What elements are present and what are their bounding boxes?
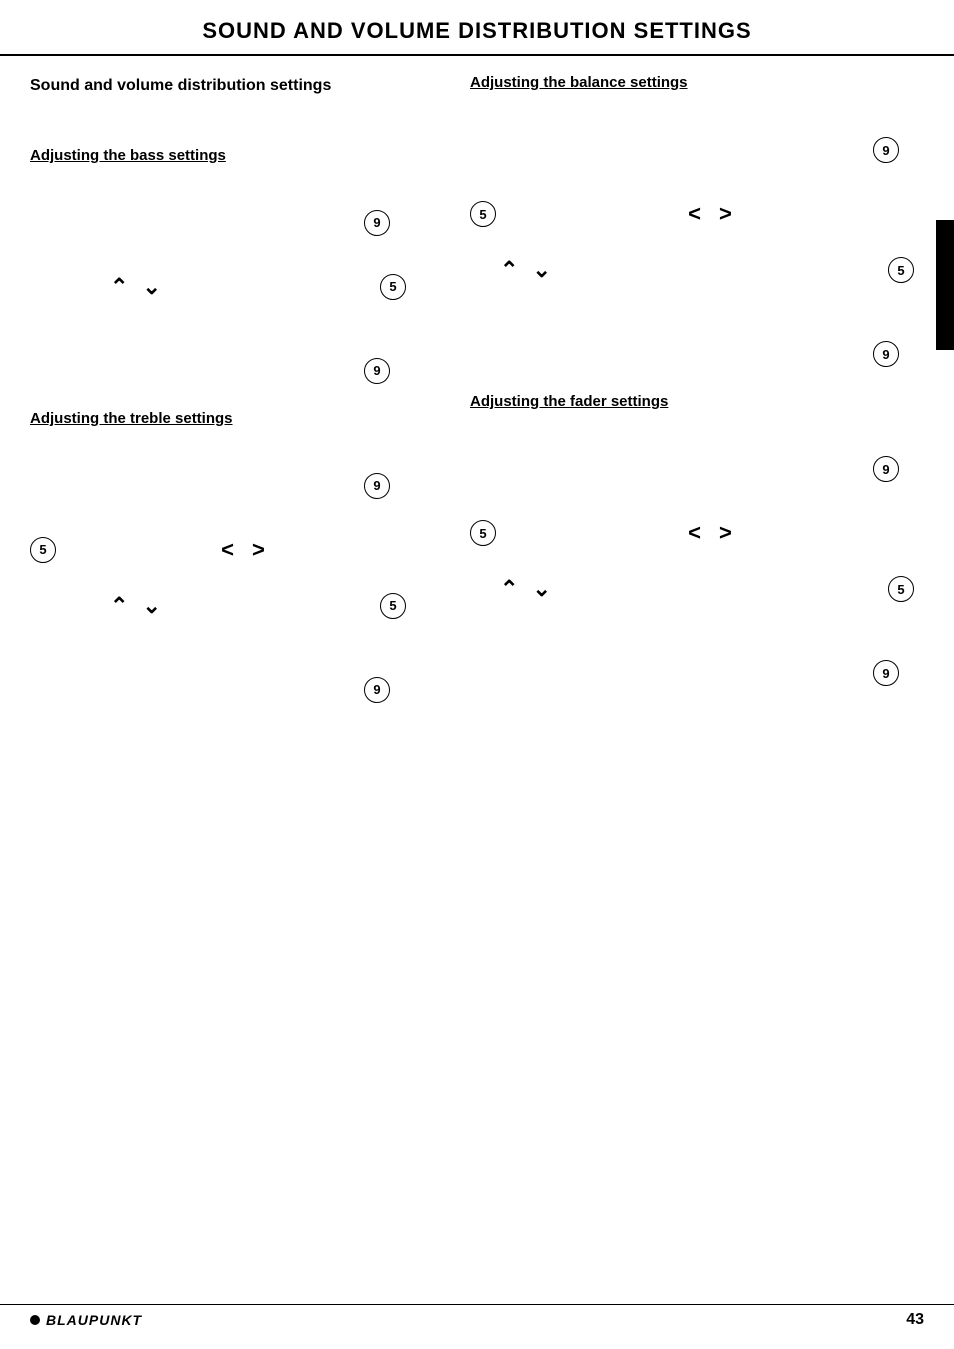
fader-circle-9-top: 9 — [470, 456, 924, 482]
balance-up-arrow: ⌃ — [500, 257, 518, 283]
fader-lr-arrows-row: 5 < > — [470, 520, 924, 546]
treble-down-arrow: ⌄ — [142, 593, 160, 619]
content-area: Sound and volume distribution settings A… — [0, 66, 954, 711]
balance-circle-9-top: 9 — [470, 137, 924, 163]
balance-circle-9-bottom: 9 — [470, 341, 924, 367]
balance-left-arrow: < — [688, 201, 701, 227]
page-title: SOUND AND VOLUME DISTRIBUTION SETTINGS — [20, 18, 934, 44]
treble-heading: Adjusting the treble settings — [30, 410, 440, 427]
bass-up-arrow: ⌃ — [110, 274, 128, 300]
fader-right-arrow: > — [719, 520, 732, 546]
left-column: Sound and volume distribution settings A… — [30, 66, 460, 711]
circle-5-treble-right: 5 — [380, 593, 406, 619]
circle-5-fader-left: 5 — [470, 520, 496, 546]
page-footer: BLAUPUNKT 43 — [0, 1304, 954, 1329]
balance-ud-arrows-row: ⌃ ⌄ 5 — [470, 257, 924, 283]
bass-circle-9-bottom: 9 — [30, 358, 440, 384]
circle-5-balance-left: 5 — [470, 201, 496, 227]
bass-arrows-row: ⌃ ⌄ 5 — [30, 274, 440, 300]
treble-circle-9-bottom: 9 — [30, 677, 440, 703]
circle-5-balance-right: 5 — [888, 257, 914, 283]
right-column: Adjusting the balance settings 9 5 < > — [460, 66, 924, 711]
treble-left-arrow: < — [221, 537, 234, 563]
circle-9-balance-1: 9 — [873, 137, 899, 163]
circle-5-treble-left: 5 — [30, 537, 56, 563]
fader-circle-9-bottom: 9 — [470, 660, 924, 686]
fader-ud-arrows-row: ⌃ ⌄ 5 — [470, 576, 924, 602]
treble-ud-arrows-row: ⌃ ⌄ 5 — [30, 593, 440, 619]
logo-dot — [30, 1315, 40, 1325]
fader-left-arrow: < — [688, 520, 701, 546]
fader-up-arrow: ⌃ — [500, 576, 518, 602]
treble-lr-arrows-row: 5 < > — [30, 537, 440, 563]
page-header: SOUND AND VOLUME DISTRIBUTION SETTINGS — [0, 0, 954, 56]
treble-circle-9-top: 9 — [30, 473, 440, 499]
circle-9-treble-2: 9 — [364, 677, 390, 703]
brand-logo: BLAUPUNKT — [30, 1312, 142, 1328]
fader-heading: Adjusting the fader settings — [470, 393, 924, 410]
circle-9-bass-2: 9 — [364, 358, 390, 384]
balance-right-arrow: > — [719, 201, 732, 227]
circle-9-fader-2: 9 — [873, 660, 899, 686]
circle-9-treble-1: 9 — [364, 473, 390, 499]
page-number: 43 — [906, 1311, 924, 1329]
balance-down-arrow: ⌄ — [532, 257, 550, 283]
bass-heading: Adjusting the bass settings — [30, 147, 440, 164]
page: SOUND AND VOLUME DISTRIBUTION SETTINGS S… — [0, 0, 954, 1349]
treble-right-arrow: > — [252, 537, 265, 563]
circle-9-fader-1: 9 — [873, 456, 899, 482]
bass-down-arrow: ⌄ — [142, 274, 160, 300]
fader-down-arrow: ⌄ — [532, 576, 550, 602]
circle-5-fader-right: 5 — [888, 576, 914, 602]
treble-up-arrow: ⌃ — [110, 593, 128, 619]
circle-9-balance-2: 9 — [873, 341, 899, 367]
logo-text: BLAUPUNKT — [46, 1312, 142, 1328]
circle-5-bass-1: 5 — [380, 274, 406, 300]
intro-heading: Sound and volume distribution settings — [30, 76, 440, 97]
right-tab — [936, 220, 954, 350]
balance-heading: Adjusting the balance settings — [470, 74, 924, 91]
circle-9-bass-1: 9 — [364, 210, 390, 236]
bass-circle-9-top: 9 — [30, 210, 440, 236]
balance-lr-arrows-row: 5 < > — [470, 201, 924, 227]
